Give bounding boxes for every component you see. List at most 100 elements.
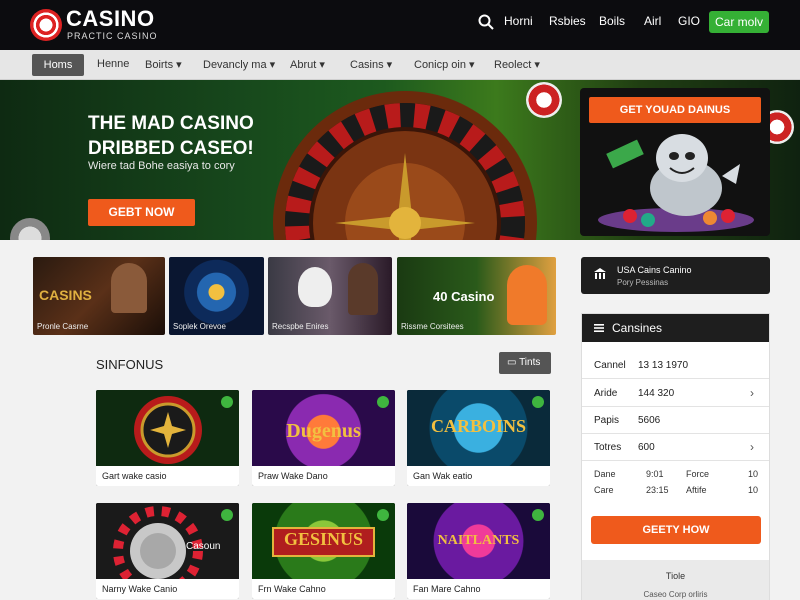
cat-character: [298, 267, 332, 307]
sidebar-row-value: 600: [638, 442, 655, 453]
subnav-item-2[interactable]: Boirts ▾: [145, 58, 182, 71]
topnav-item-5[interactable]: GIO: [678, 14, 700, 28]
divider: [582, 433, 769, 434]
sidebar-footer: Tiole Caseo Corp orliris: [582, 560, 769, 600]
logo-title: CASINO: [66, 6, 155, 31]
thumbnail-caption: Pronle Casrne: [37, 322, 89, 331]
thumbnail-game-2[interactable]: Soplek Orevoe: [169, 257, 264, 335]
character-figure: [111, 263, 147, 313]
game-card-label: Praw Wake Dano: [252, 466, 395, 486]
woman-character: [348, 263, 378, 315]
stat-value: 9:01: [646, 469, 664, 479]
sidebar-row-label: Cannel: [594, 360, 626, 371]
thumbnail-game-3[interactable]: Recspbe Enires: [268, 257, 392, 335]
promo-panel: GET YOUAD DAINUS: [580, 88, 770, 236]
chevron-right-icon[interactable]: ›: [750, 386, 754, 400]
sidebar-row-label: Papis: [594, 415, 620, 426]
carboins-art: CARBOINS: [407, 390, 550, 466]
sidebar-panel-title: Cansines: [612, 321, 663, 335]
subnav-item-6[interactable]: Conicp oin ▾: [414, 58, 475, 71]
badge-icon: [221, 396, 233, 408]
chevron-right-icon[interactable]: ›: [750, 440, 754, 454]
section-title: SINFONUS: [96, 357, 164, 372]
sub-navigation: Homs Henne Boirts ▾ Devancly ma ▾ Abrut …: [0, 50, 800, 80]
thumbnail-logo: CASINS: [39, 287, 92, 303]
hero-banner: THE MAD CASINO DRIBBED CASEO! Wiere tad …: [0, 80, 800, 240]
mascot-illustration: [598, 134, 754, 232]
game-card-label: Frn Wake Cahno: [252, 579, 395, 599]
naitlants-art: NAITLANTS: [407, 503, 550, 579]
footer-subtitle: Caseo Corp orliris: [643, 590, 708, 599]
hero-get-now-button[interactable]: GEBT NOW: [88, 199, 195, 226]
sidebar-row-label[interactable]: Aride: [594, 388, 617, 399]
footer-title: Tiole: [665, 571, 686, 581]
game-card-label: Gart wake casio: [96, 466, 239, 486]
usa-box-title: USA Cains Canino: [617, 265, 692, 275]
thumbnail-caption: Soplek Orevoe: [173, 322, 226, 331]
sidebar-row-label[interactable]: Totres: [594, 442, 621, 453]
game-card-2[interactable]: Dugenus Praw Wake Dano: [252, 390, 395, 486]
dugenus-art: Dugenus: [252, 390, 395, 466]
logo-subtitle: PRACTIC CASINO: [67, 31, 158, 41]
topnav-item-2[interactable]: Rsbies: [549, 14, 586, 28]
stat-label: Dane: [594, 469, 616, 479]
site-logo[interactable]: CASINO PRACTIC CASINO: [30, 6, 180, 46]
subnav-home-button[interactable]: Homs: [32, 54, 84, 76]
game-card-6[interactable]: NAITLANTS Fan Mare Cahno: [407, 503, 550, 599]
topnav-item-3[interactable]: Boils: [599, 14, 625, 28]
casino-chip-icon: [30, 9, 62, 41]
subnav-item-1[interactable]: Henne: [97, 58, 129, 70]
divider: [582, 406, 769, 407]
game-card-5[interactable]: GESINUS Frn Wake Cahno: [252, 503, 395, 599]
subnav-item-7[interactable]: Reolect ▾: [494, 58, 540, 71]
search-icon[interactable]: [478, 14, 494, 30]
top-header: CASINO PRACTIC CASINO Horni Rsbies Boils…: [0, 0, 800, 50]
subnav-item-4[interactable]: Abrut ▾: [290, 58, 325, 71]
topnav-item-4[interactable]: Airl: [644, 14, 661, 28]
sidebar-panel-header: Cansines: [582, 314, 769, 342]
game-card-4[interactable]: Casoun Narny Wake Canio: [96, 503, 239, 599]
promo-bonus-button[interactable]: GET YOUAD DAINUS: [589, 97, 761, 123]
divider: [582, 460, 769, 461]
game-card-label: Gan Wak eatio: [407, 466, 550, 486]
sidebar-usa-box[interactable]: USA Cains Canino Pory Pessinas: [581, 257, 770, 294]
roulette-art: [96, 390, 239, 466]
usa-box-subtitle: Pory Pessinas: [617, 278, 669, 287]
sidebar-cta-button[interactable]: GEETY HOW: [591, 516, 761, 544]
thumbnail-game-1[interactable]: CASINS Pronle Casrne: [33, 257, 165, 335]
subnav-item-5[interactable]: Casins ▾: [350, 58, 392, 71]
badge-icon: [377, 396, 389, 408]
thumbnail-logo: 40 Casino: [433, 289, 495, 304]
grid-icon: ▭: [507, 357, 517, 368]
sidebar-row-value: 5606: [638, 415, 661, 426]
stat-value: 10: [748, 485, 759, 495]
game-card-label: Narny Wake Canio: [96, 579, 239, 599]
hero-subtitle: Wiere tad Bohe easiya to cory: [88, 160, 235, 172]
thumbnail-game-4[interactable]: 40 Casino Rissme Corsitees: [397, 257, 556, 335]
badge-icon: [532, 509, 544, 521]
thumbnail-caption: Rissme Corsitees: [401, 322, 464, 331]
menu-icon[interactable]: [594, 323, 604, 333]
divider: [582, 378, 769, 379]
stat-value: 23:15: [646, 485, 669, 495]
badge-icon: [532, 396, 544, 408]
stat-label: Care: [594, 485, 614, 495]
game-card-1[interactable]: Gart wake casio: [96, 390, 239, 486]
filter-button[interactable]: ▭ Tints: [499, 352, 551, 374]
sidebar-row-value: 144 320: [638, 388, 675, 399]
sidebar-row-value: 13 13 1970: [638, 360, 689, 371]
roulette-wheel-image: [273, 91, 537, 240]
chip-decoration: [10, 218, 50, 240]
badge-icon: [221, 509, 233, 521]
card-art-text: Casoun: [186, 541, 221, 552]
stat-label: Force: [686, 469, 710, 479]
stat-label: Aftife: [686, 485, 707, 495]
sidebar-panel: Cansines Cannel 13 13 1970 Aride 144 320…: [581, 313, 770, 600]
mascot-character: [507, 265, 547, 325]
gesinus-art: GESINUS: [252, 503, 395, 579]
stat-value: 10: [748, 469, 759, 479]
subnav-item-3[interactable]: Devancly ma ▾: [203, 58, 275, 71]
game-card-3[interactable]: CARBOINS Gan Wak eatio: [407, 390, 550, 486]
header-cta-button[interactable]: Car molv: [709, 11, 769, 33]
topnav-item-1[interactable]: Horni: [504, 14, 533, 28]
